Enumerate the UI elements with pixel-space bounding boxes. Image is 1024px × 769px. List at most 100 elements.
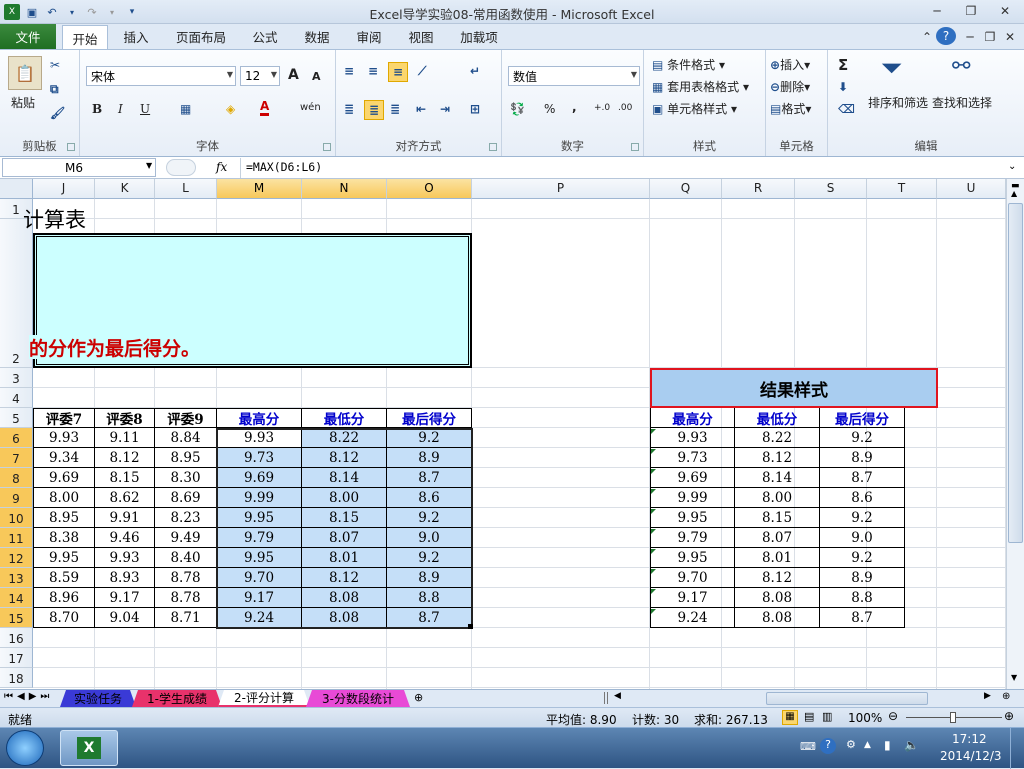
paste-button[interactable]: 粘贴 bbox=[11, 94, 35, 111]
scroll-right-icon[interactable]: ▶ bbox=[984, 691, 991, 701]
result-cell[interactable]: 8.6 bbox=[820, 488, 905, 508]
score-cell[interactable]: 9.04 bbox=[95, 608, 155, 628]
align-center-icon[interactable]: ≣ bbox=[364, 100, 384, 120]
score-cell[interactable]: 8.62 bbox=[95, 488, 155, 508]
result-cell[interactable]: 8.7 bbox=[820, 468, 905, 488]
row-header[interactable]: 9 bbox=[0, 488, 33, 508]
ribbon-minimize-icon[interactable]: ⌃ bbox=[918, 28, 936, 46]
clear-icon[interactable]: ⌫ bbox=[838, 102, 855, 116]
volume-icon[interactable]: 🔈 bbox=[904, 738, 919, 752]
decrease-decimal-button[interactable]: .00 bbox=[618, 103, 632, 113]
result-cell[interactable]: 9.99 bbox=[650, 488, 735, 508]
score-cell[interactable]: 9.91 bbox=[95, 508, 155, 528]
result-cell[interactable]: 9.95 bbox=[650, 508, 735, 528]
borders-icon[interactable]: ▦ bbox=[180, 102, 191, 116]
result-cell[interactable]: 8.22 bbox=[735, 428, 820, 448]
font-size-combo[interactable]: 12 ▼ bbox=[240, 66, 280, 86]
worksheet-grid[interactable]: JKLMNOPQRSTU 1 2 3 4 5 6 7 8 9 10 11 12 13 14 15 16 17 18… bbox=[0, 179, 1006, 689]
minimize-icon[interactable]: ─ bbox=[924, 2, 950, 20]
name-box-dropdown-icon[interactable]: ▼ bbox=[146, 161, 152, 170]
tab-split-handle[interactable] bbox=[604, 692, 608, 704]
score-cell[interactable]: 9.17 bbox=[95, 588, 155, 608]
column-header[interactable]: M bbox=[217, 179, 302, 199]
result-cell[interactable]: 8.07 bbox=[735, 528, 820, 548]
align-bottom-icon[interactable]: ≡ bbox=[388, 62, 408, 82]
conditional-format-button[interactable]: ▤ 条件格式 ▾ bbox=[652, 56, 725, 73]
score-cell[interactable]: 9.93 bbox=[95, 548, 155, 568]
tab-addins[interactable]: 加载项 bbox=[452, 24, 506, 49]
close-icon[interactable]: ✕ bbox=[992, 2, 1018, 20]
score-cell[interactable]: 8.96 bbox=[33, 588, 95, 608]
tab-page-layout[interactable]: 页面布局 bbox=[168, 24, 234, 49]
column-header[interactable]: J bbox=[33, 179, 95, 199]
result-cell[interactable]: 9.70 bbox=[650, 568, 735, 588]
score-cell[interactable]: 8.70 bbox=[33, 608, 95, 628]
column-header[interactable]: N bbox=[302, 179, 387, 199]
result-cell[interactable]: 8.9 bbox=[820, 568, 905, 588]
result-cell[interactable]: 8.01 bbox=[735, 548, 820, 568]
result-cell[interactable]: 9.79 bbox=[650, 528, 735, 548]
result-cell[interactable]: 8.08 bbox=[735, 588, 820, 608]
tab-data[interactable]: 数据 bbox=[296, 24, 338, 49]
result-cell[interactable]: 9.95 bbox=[650, 548, 735, 568]
row-header[interactable]: 17 bbox=[0, 648, 33, 668]
select-all-corner[interactable] bbox=[0, 179, 33, 199]
table-header-cell[interactable]: 最高分 bbox=[217, 408, 302, 428]
score-cell[interactable]: 9.93 bbox=[33, 428, 95, 448]
sort-filter-icon[interactable]: ⏷ bbox=[882, 54, 901, 82]
formula-bar-handle[interactable] bbox=[166, 159, 196, 176]
score-cell[interactable]: 8.40 bbox=[155, 548, 217, 568]
score-cell[interactable]: 8.95 bbox=[155, 448, 217, 468]
paste-icon[interactable]: 📋 bbox=[8, 56, 42, 90]
zoom-out-icon[interactable]: ⊖ bbox=[888, 709, 898, 723]
page-break-view-icon[interactable]: ▥ bbox=[822, 710, 832, 723]
wrap-text-icon[interactable]: ↵ bbox=[470, 64, 480, 78]
underline-button[interactable]: U bbox=[140, 102, 150, 116]
row-header[interactable]: 14 bbox=[0, 588, 33, 608]
zoom-slider-thumb[interactable] bbox=[950, 712, 956, 723]
score-cell[interactable]: 8.78 bbox=[155, 588, 217, 608]
score-cell[interactable]: 8.23 bbox=[155, 508, 217, 528]
bold-button[interactable]: B bbox=[92, 102, 102, 116]
score-cell[interactable]: 9.95 bbox=[33, 548, 95, 568]
fill-handle[interactable] bbox=[468, 624, 473, 629]
result-cell[interactable]: 8.9 bbox=[820, 448, 905, 468]
row-header[interactable]: 3 bbox=[0, 368, 33, 388]
row-header[interactable]: 13 bbox=[0, 568, 33, 588]
increase-decimal-button[interactable]: +.0 bbox=[594, 103, 610, 113]
orientation-icon[interactable]: ⟋ bbox=[418, 64, 426, 79]
score-cell[interactable]: 8.00 bbox=[33, 488, 95, 508]
column-header[interactable]: L bbox=[155, 179, 217, 199]
result-cell[interactable]: 8.12 bbox=[735, 568, 820, 588]
score-cell[interactable]: 8.59 bbox=[33, 568, 95, 588]
column-header[interactable]: O bbox=[387, 179, 472, 199]
tab-home[interactable]: 开始 bbox=[62, 25, 108, 50]
format-painter-icon[interactable]: 🖌 bbox=[50, 106, 65, 120]
network-icon[interactable]: ▮ bbox=[884, 738, 891, 752]
fill-color-icon[interactable]: ◈ bbox=[226, 102, 235, 116]
score-cell[interactable]: 8.30 bbox=[155, 468, 217, 488]
score-cell[interactable]: 8.84 bbox=[155, 428, 217, 448]
result-cell[interactable]: 8.15 bbox=[735, 508, 820, 528]
scroll-left-icon[interactable]: ◀ bbox=[614, 691, 621, 701]
result-cell[interactable]: 9.73 bbox=[650, 448, 735, 468]
column-header[interactable]: P bbox=[472, 179, 650, 199]
percent-button[interactable]: % bbox=[544, 102, 555, 116]
sheet-nav-icons[interactable]: ⏮◀▶⏭ bbox=[4, 691, 53, 702]
binoculars-icon[interactable]: ⚯ bbox=[952, 54, 970, 79]
table-header-cell[interactable]: 评委7 bbox=[33, 408, 95, 428]
expand-icon[interactable]: ⊕ bbox=[1002, 691, 1010, 702]
increase-indent-icon[interactable]: ⇥ bbox=[440, 102, 450, 116]
scroll-down-icon[interactable]: ▼ bbox=[1011, 673, 1017, 682]
formula-input[interactable]: =MAX(D6:L6) bbox=[246, 160, 322, 174]
delete-cells-button[interactable]: ⊖ 删除 ▾ bbox=[770, 78, 810, 95]
find-select-button[interactable]: 查找和选择 bbox=[932, 94, 992, 111]
shrink-font-button[interactable]: A bbox=[312, 70, 321, 83]
tray-help-icon[interactable]: ? bbox=[820, 738, 836, 754]
score-cell[interactable]: 8.78 bbox=[155, 568, 217, 588]
score-cell[interactable]: 9.46 bbox=[95, 528, 155, 548]
tray-expand-icon[interactable]: ▲ bbox=[864, 740, 871, 750]
result-header-cell[interactable]: 最低分 bbox=[735, 408, 820, 428]
font-name-combo[interactable]: 宋体 ▼ bbox=[86, 66, 236, 86]
tab-file[interactable]: 文件 bbox=[0, 24, 56, 49]
